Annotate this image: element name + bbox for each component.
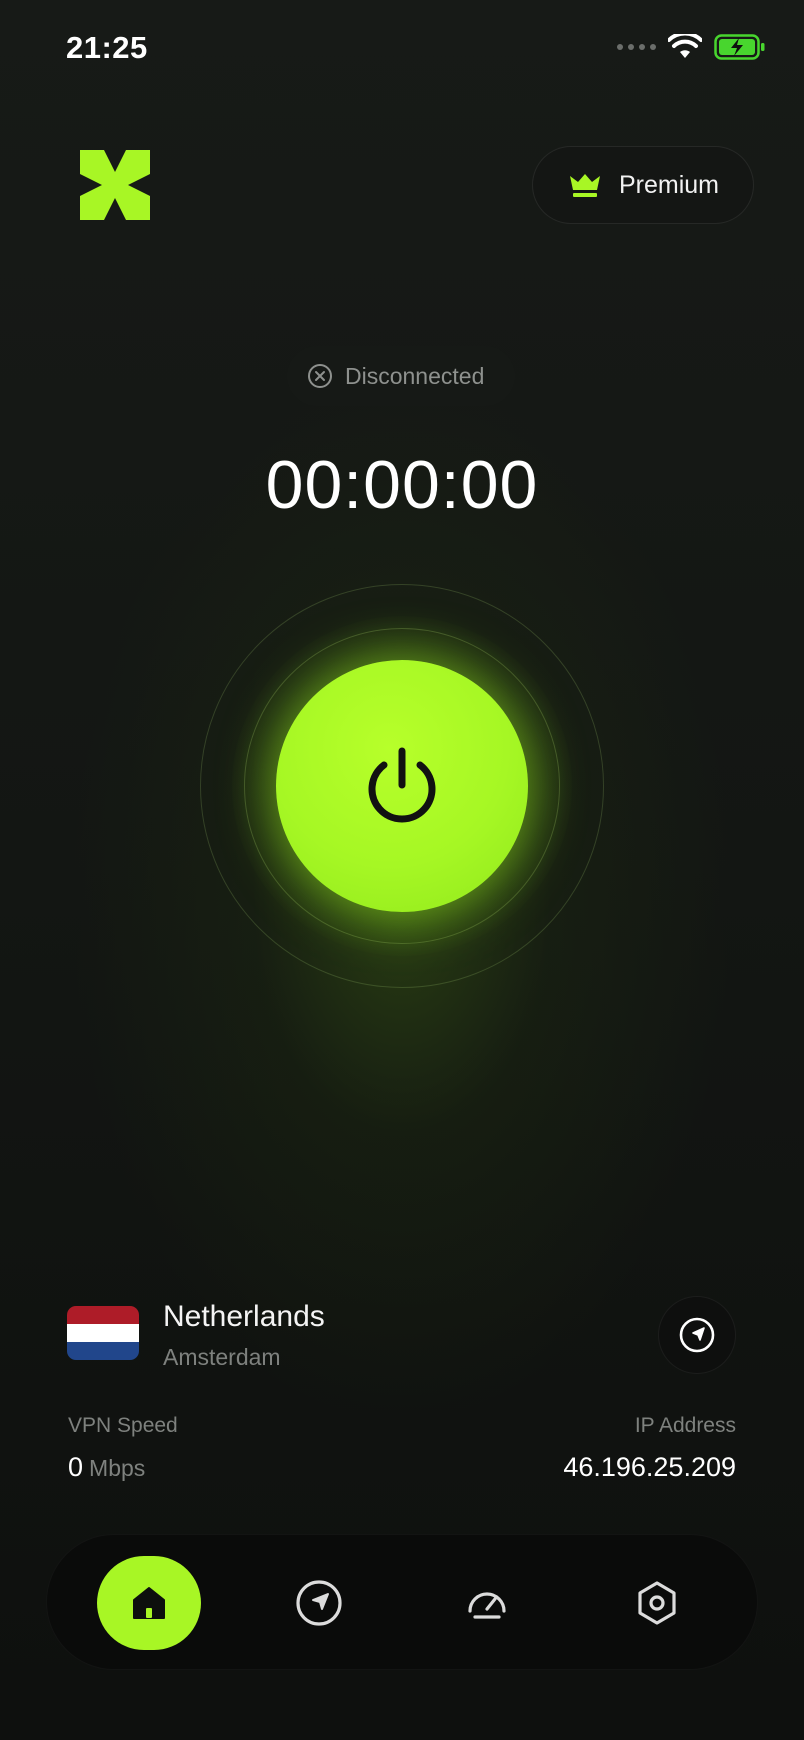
server-city[interactable]: Amsterdam — [163, 1344, 281, 1371]
signal-dots-icon — [617, 44, 656, 50]
flag-stripe-red — [67, 1306, 139, 1324]
speed-number: 0 — [68, 1452, 84, 1482]
ip-address-value: 46.196.25.209 — [563, 1452, 736, 1482]
premium-button[interactable]: Premium — [532, 146, 754, 224]
crown-icon — [570, 174, 600, 197]
speedometer-icon — [468, 1592, 506, 1619]
vpn-speed-label: VPN Speed — [68, 1414, 178, 1437]
server-country[interactable]: Netherlands — [163, 1300, 325, 1334]
nav-settings[interactable] — [607, 1555, 707, 1651]
connection-timer: 00:00:00 — [265, 447, 539, 523]
settings-hexagon-icon — [638, 1581, 676, 1625]
navigation-arrow-icon — [679, 1317, 715, 1353]
x-circle-icon — [308, 364, 332, 388]
vpn-speed-value: 0 Mbps — [68, 1452, 145, 1483]
flag-stripe-white — [67, 1324, 139, 1342]
locate-button[interactable] — [658, 1296, 736, 1374]
nav-speedtest[interactable] — [437, 1555, 537, 1651]
x-logo-icon[interactable] — [80, 150, 150, 220]
wifi-icon — [668, 34, 702, 58]
connection-status-badge: Disconnected — [287, 346, 515, 406]
flag-stripe-blue — [67, 1342, 139, 1360]
netherlands-flag-icon — [67, 1306, 139, 1360]
power-button[interactable] — [276, 660, 528, 912]
power-icon — [368, 747, 436, 823]
status-time: 21:25 — [66, 30, 148, 65]
connection-status-text: Disconnected — [345, 362, 485, 389]
battery-charging-icon — [714, 34, 765, 60]
home-icon — [133, 1587, 165, 1619]
status-icons — [617, 34, 766, 60]
speed-unit: Mbps — [89, 1455, 146, 1481]
vpn-home-screen: 21:25 Premium Disconnected 00:00:00 Neth… — [0, 0, 804, 1740]
premium-label: Premium — [619, 170, 720, 199]
navigation-icon — [296, 1580, 342, 1626]
nav-explore[interactable] — [269, 1555, 369, 1651]
nav-home[interactable] — [97, 1556, 201, 1650]
ip-address-label: IP Address — [634, 1414, 736, 1437]
bottom-nav — [46, 1534, 758, 1670]
